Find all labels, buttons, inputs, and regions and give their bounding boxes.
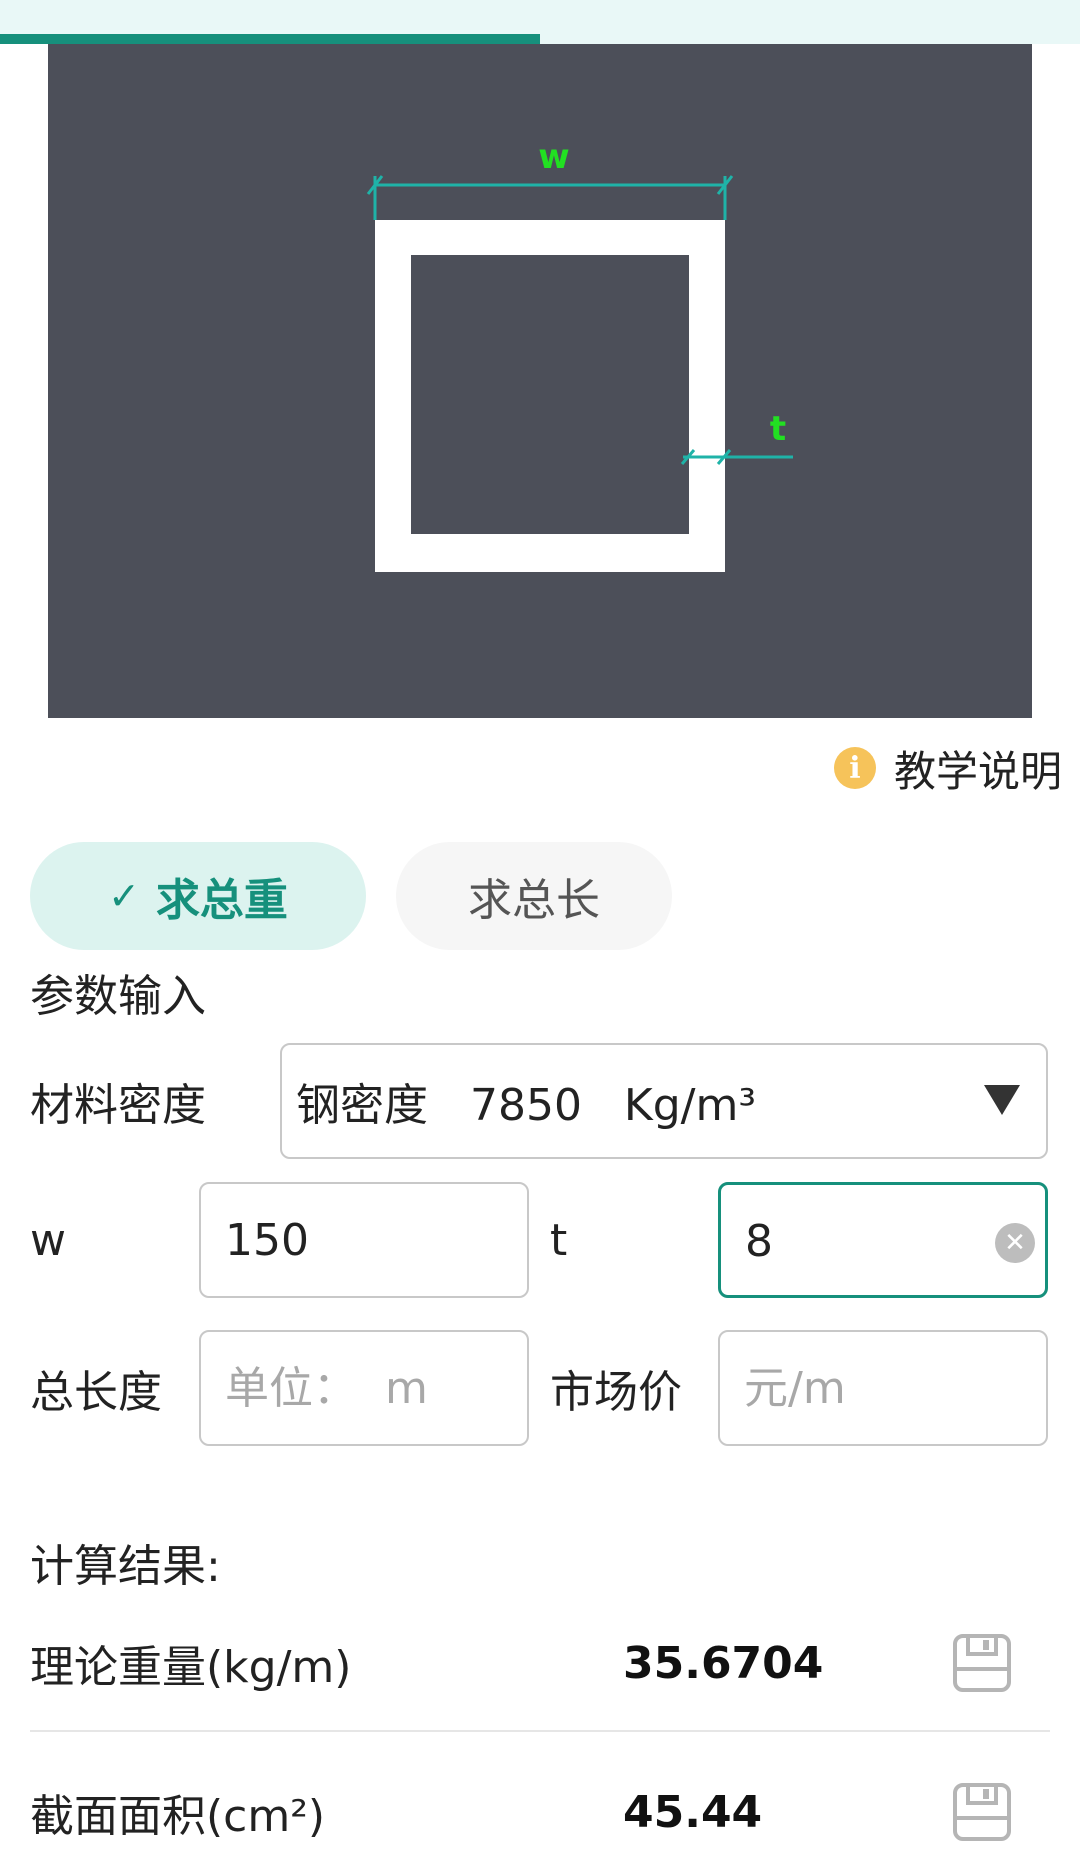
result-weight-value: 35.6704 bbox=[623, 1637, 824, 1689]
param-input-title: 参数输入 bbox=[30, 971, 206, 1022]
dropdown-arrow-icon bbox=[984, 1085, 1020, 1115]
section-diagram: w t bbox=[48, 44, 1032, 718]
market-price-label: 市场价 bbox=[550, 1367, 682, 1418]
result-area-value: 45.44 bbox=[623, 1786, 763, 1838]
teaching-guide-label: 教学说明 bbox=[893, 746, 1062, 796]
t-field-label: t bbox=[550, 1214, 568, 1266]
market-price-input-box[interactable] bbox=[718, 1330, 1048, 1446]
result-weight-label: 理论重量(kg/m) bbox=[30, 1642, 352, 1693]
tab-total-weight[interactable]: ✓ 求总重 bbox=[30, 842, 366, 950]
w-input[interactable] bbox=[225, 1184, 485, 1296]
w-field-label: w bbox=[30, 1214, 66, 1266]
save-icon[interactable] bbox=[952, 1782, 1012, 1842]
tab-total-length-label: 求总长 bbox=[468, 875, 600, 926]
density-select[interactable]: 钢密度 7850 Kg/m³ bbox=[280, 1043, 1048, 1159]
info-icon: i bbox=[833, 747, 876, 789]
result-divider bbox=[30, 1730, 1050, 1732]
result-area-label: 截面面积(cm²) bbox=[30, 1791, 326, 1842]
market-price-input[interactable] bbox=[744, 1332, 1004, 1444]
teaching-guide-link[interactable]: i 教学说明 bbox=[833, 740, 1062, 796]
t-input-box[interactable]: ✕ bbox=[718, 1182, 1048, 1298]
w-input-box[interactable] bbox=[199, 1182, 529, 1298]
screen: w t i 教学说明 ✓ 求总重 求总长 参数输入 材料密度 钢密度 7850 … bbox=[0, 0, 1080, 1873]
density-value: 钢密度 7850 Kg/m³ bbox=[296, 1080, 757, 1131]
tab-total-length[interactable]: 求总长 bbox=[396, 842, 672, 950]
result-row-area: 截面面积(cm²) 45.44 bbox=[30, 1757, 1050, 1867]
clear-icon[interactable]: ✕ bbox=[995, 1223, 1035, 1263]
result-row-weight: 理论重量(kg/m) 35.6704 bbox=[30, 1608, 1050, 1718]
total-length-input[interactable] bbox=[225, 1332, 485, 1444]
square-tube-drawing: w t bbox=[366, 137, 793, 572]
density-label: 材料密度 bbox=[30, 1080, 206, 1131]
progress-fill bbox=[0, 34, 540, 44]
check-icon: ✓ bbox=[108, 874, 140, 918]
results-title: 计算结果: bbox=[30, 1541, 221, 1592]
progress-bar bbox=[0, 34, 1080, 44]
w-label: w bbox=[538, 137, 569, 177]
save-icon[interactable] bbox=[952, 1633, 1012, 1693]
tab-total-weight-label: 求总重 bbox=[155, 875, 288, 926]
total-length-label: 总长度 bbox=[30, 1367, 162, 1418]
inner-hollow bbox=[411, 255, 689, 534]
t-label: t bbox=[770, 409, 786, 449]
total-length-input-box[interactable] bbox=[199, 1330, 529, 1446]
t-input[interactable] bbox=[745, 1185, 1005, 1297]
